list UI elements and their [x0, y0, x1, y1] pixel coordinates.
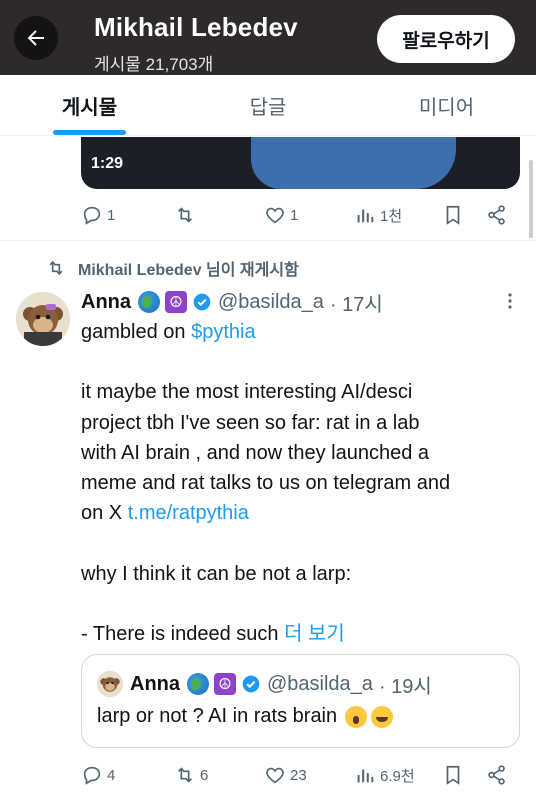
video-player[interactable]: 1:29 — [81, 137, 520, 189]
tweet-time[interactable]: · 17시 — [330, 288, 383, 317]
follow-button[interactable]: 팔로우하기 — [377, 15, 515, 63]
tweet-line-text: - There is indeed such — [81, 622, 285, 645]
profile-header: Mikhail Lebedev 게시물 21,703개 팔로우하기 — [0, 0, 536, 75]
heart-icon — [266, 767, 284, 784]
tweet-line: - There is indeed such 더 보기 — [81, 619, 521, 649]
reply-count: 1 — [107, 206, 116, 224]
more-options-icon[interactable] — [502, 290, 518, 312]
post-divider — [0, 240, 536, 241]
rofl-face-icon — [371, 705, 394, 728]
quote-time: · 19시 — [378, 675, 432, 698]
view-count: 6.9천 — [380, 767, 415, 785]
peace-icon: ☮ — [214, 673, 236, 695]
like-count: 23 — [290, 766, 307, 784]
view-count: 1천 — [380, 207, 403, 225]
bookmark-icon — [446, 205, 460, 225]
cashtag-link[interactable]: $pythia — [191, 321, 256, 343]
tweet-line: why I think it can be not a larp: — [81, 562, 352, 585]
share-button[interactable] — [486, 197, 508, 233]
share-icon — [488, 205, 505, 225]
prev-post-actions: 1 1 1천 — [0, 197, 536, 233]
like-count: 1 — [290, 206, 299, 224]
tab-media[interactable]: 미디어 — [357, 75, 536, 135]
profile-tabs: 게시물 답글 미디어 — [0, 75, 536, 136]
quote-author-handle: @basilda_a — [267, 672, 373, 695]
views-button[interactable]: 1천 — [354, 197, 402, 233]
bookmark-button[interactable] — [442, 197, 464, 233]
views-button[interactable]: 6.9천 — [354, 757, 415, 793]
screaming-face-icon — [345, 705, 368, 728]
views-icon — [357, 769, 374, 783]
heart-icon — [266, 207, 284, 224]
views-icon — [357, 209, 374, 223]
author-handle[interactable]: @basilda_a — [218, 291, 324, 314]
tweet-actions: 4 6 23 6.9천 — [0, 757, 536, 793]
quote-text: larp or not ? AI in rats brain — [97, 705, 394, 728]
repost-label-text: Mikhail Lebedev 님이 재게시함 — [78, 262, 299, 279]
telegram-link[interactable]: t.me/ratpythia — [128, 502, 249, 524]
repost-icon — [177, 767, 193, 783]
back-button[interactable] — [14, 16, 58, 60]
tweet-line-text: gambled on — [81, 321, 192, 343]
active-tab-indicator — [53, 130, 126, 135]
tweet-line: meme and rat talks to us on telegram and — [81, 472, 451, 494]
quote-header: Anna ☮ @basilda_a · 19시 — [130, 670, 432, 698]
post-count: 게시물 21,703개 — [94, 55, 214, 74]
tweet-line: with AI brain , and now they launched a — [81, 441, 430, 464]
reply-button[interactable]: 4 — [81, 757, 115, 793]
repost-button[interactable]: 6 — [174, 757, 208, 793]
tweet-line: gambled on $pythia — [81, 317, 521, 347]
repost-button[interactable] — [174, 197, 196, 233]
monkey-avatar-image — [16, 292, 70, 346]
bookmark-button[interactable] — [442, 757, 464, 793]
repost-icon — [49, 260, 63, 276]
profile-name: Mikhail Lebedev — [94, 12, 298, 42]
tweet-line: project tbh I've seen so far: rat in a l… — [81, 411, 420, 434]
verified-badge-icon — [193, 293, 211, 311]
reply-count: 4 — [107, 766, 116, 784]
author-name[interactable]: Anna — [81, 291, 131, 314]
reply-button[interactable]: 1 — [81, 197, 115, 233]
globe-icon — [138, 291, 160, 313]
like-button[interactable]: 23 — [264, 757, 307, 793]
repost-icon — [177, 207, 193, 223]
reply-icon — [83, 206, 101, 225]
verified-badge-icon — [242, 675, 260, 693]
show-more-link[interactable]: 더 보기 — [284, 623, 345, 645]
tab-replies[interactable]: 답글 — [179, 75, 357, 135]
bookmark-icon — [446, 765, 460, 785]
quoted-tweet[interactable]: Anna ☮ @basilda_a · 19시 larp or not ? AI… — [81, 654, 520, 748]
share-button[interactable] — [486, 757, 508, 793]
video-duration: 1:29 — [91, 155, 124, 172]
quote-text-content: larp or not ? AI in rats brain — [97, 705, 338, 727]
monkey-avatar-image — [97, 671, 123, 697]
tweet-header: Anna ☮ @basilda_a · 17시 — [81, 288, 383, 316]
repost-label[interactable]: Mikhail Lebedev 님이 재게시함 — [46, 256, 299, 280]
tweet-text: gambled on $pythia it maybe the most int… — [81, 317, 521, 649]
scrollbar[interactable] — [529, 160, 533, 238]
video-frame — [251, 137, 456, 189]
avatar[interactable] — [16, 292, 70, 346]
tweet-line: it maybe the most interesting AI/desci — [81, 381, 413, 404]
globe-icon — [187, 673, 209, 695]
share-icon — [488, 765, 505, 785]
quote-avatar — [97, 671, 123, 697]
reply-icon — [83, 766, 101, 785]
peace-icon: ☮ — [165, 291, 187, 313]
tab-posts[interactable]: 게시물 — [0, 75, 179, 135]
tweet-line: on X t.me/ratpythia — [81, 498, 521, 528]
quote-author-name: Anna — [130, 672, 180, 695]
tweet-line-text: on X — [81, 502, 128, 525]
arrow-left-icon — [27, 30, 44, 46]
like-button[interactable]: 1 — [264, 197, 298, 233]
repost-count: 6 — [200, 766, 209, 784]
